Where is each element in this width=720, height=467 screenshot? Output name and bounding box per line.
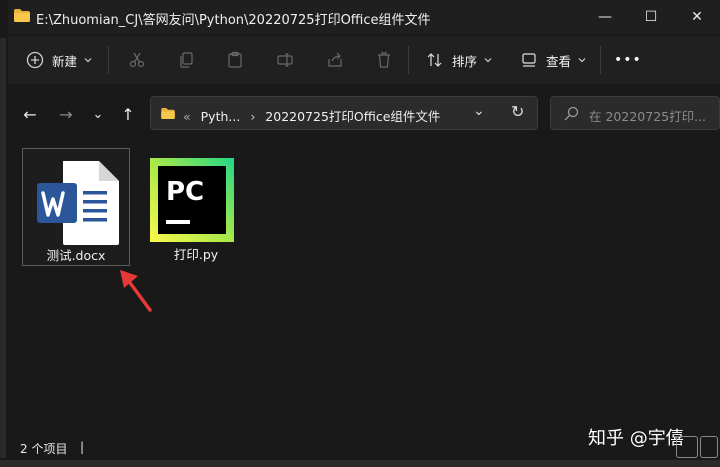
up-button[interactable]: ↑ (114, 100, 142, 128)
copy-button[interactable] (178, 36, 196, 84)
scissors-icon (129, 52, 145, 68)
close-button[interactable]: ✕ (674, 0, 720, 34)
maximize-button[interactable]: ☐ (628, 0, 674, 34)
arrow-up-icon: ↑ (121, 104, 135, 124)
copy-icon (180, 52, 193, 68)
close-icon: ✕ (691, 9, 703, 25)
left-edge (0, 38, 6, 458)
breadcrumb-item-current[interactable]: 20220725打印Office组件文件 (265, 109, 440, 124)
pycharm-icon: PC (150, 158, 234, 242)
sort-button[interactable]: 排序 (426, 36, 493, 84)
file-item-docx[interactable]: 测试.docx (22, 148, 130, 266)
rename-icon (277, 53, 293, 67)
breadcrumb: « Pyth... › 20220725打印Office组件文件 (183, 106, 440, 125)
tiles-view-toggle[interactable] (700, 436, 718, 458)
search-box[interactable]: 在 20220725打印... (550, 96, 720, 130)
share-icon (328, 52, 342, 67)
view-button[interactable]: 查看 (520, 36, 587, 84)
breadcrumb-item-parent[interactable]: Pyth... (201, 109, 241, 124)
taskbar-edge (0, 460, 720, 467)
forward-button[interactable]: → (52, 100, 80, 128)
toolbar-divider (108, 46, 109, 74)
breadcrumb-separator: › (250, 109, 256, 124)
status-separator: | (80, 440, 85, 454)
arrow-left-icon: ← (23, 104, 37, 124)
recent-locations-button[interactable]: ⌄ (84, 100, 112, 128)
address-history-button[interactable]: ⌄ (473, 103, 485, 119)
cut-button[interactable] (128, 36, 146, 84)
chevron-down-icon: ⌄ (92, 106, 104, 122)
sort-label: 排序 (452, 53, 478, 69)
watermark: 知乎 @宇僖 (588, 428, 684, 449)
file-name: 测试.docx (46, 248, 106, 263)
trash-icon (378, 52, 390, 68)
chevron-down-icon (578, 58, 586, 63)
refresh-button[interactable]: ↻ (511, 102, 524, 121)
address-bar[interactable]: « Pyth... › 20220725打印Office组件文件 ⌄ ↻ (150, 96, 538, 130)
file-name: 打印.py (173, 247, 219, 262)
plus-circle-icon (26, 51, 44, 69)
more-options-button[interactable]: ••• (614, 36, 642, 84)
command-bar: 新建 排序 查看 ••• (8, 36, 720, 84)
view-icon (522, 53, 536, 67)
toolbar-divider (600, 46, 601, 74)
search-placeholder: 在 20220725打印... (589, 109, 707, 124)
explorer-window: E:\Zhuomian_CJ\答网友问\Python\20220725打印Off… (0, 0, 720, 467)
svg-text:PC: PC (166, 177, 204, 207)
folder-icon (14, 9, 30, 22)
word-document-icon (37, 161, 119, 245)
item-count: 2 个项目 (20, 442, 68, 456)
chevron-down-icon (84, 58, 92, 63)
share-button[interactable] (326, 36, 344, 84)
navigation-bar: ← → ⌄ ↑ « Pyth... › 20220725打印Office组件文件… (8, 92, 720, 136)
minimize-icon: — (598, 9, 612, 25)
file-item-py[interactable]: PC 打印.py (142, 148, 250, 266)
paste-button[interactable] (226, 36, 244, 84)
new-button[interactable]: 新建 (26, 36, 93, 84)
folder-icon (161, 108, 175, 119)
chevron-down-icon (484, 58, 492, 63)
maximize-icon: ☐ (644, 9, 658, 25)
breadcrumb-overflow[interactable]: « (183, 109, 191, 124)
title-bar: E:\Zhuomian_CJ\答网友问\Python\20220725打印Off… (8, 0, 720, 34)
sort-icon (427, 53, 442, 67)
search-icon (564, 106, 579, 121)
delete-button[interactable] (375, 36, 393, 84)
view-label: 查看 (546, 53, 572, 69)
rename-button[interactable] (276, 36, 294, 84)
arrow-right-icon: → (59, 104, 73, 124)
back-button[interactable]: ← (16, 100, 44, 128)
paste-icon (228, 51, 242, 68)
red-arrow-annotation (120, 270, 152, 312)
details-view-toggle[interactable] (676, 436, 698, 458)
minimize-button[interactable]: — (582, 0, 628, 34)
file-list-pane: 测试.docx PC 打印.py (8, 140, 720, 430)
more-icon: ••• (614, 52, 642, 68)
toolbar-divider (408, 46, 409, 74)
new-label: 新建 (52, 53, 78, 69)
window-title: E:\Zhuomian_CJ\答网友问\Python\20220725打印Off… (36, 13, 431, 28)
